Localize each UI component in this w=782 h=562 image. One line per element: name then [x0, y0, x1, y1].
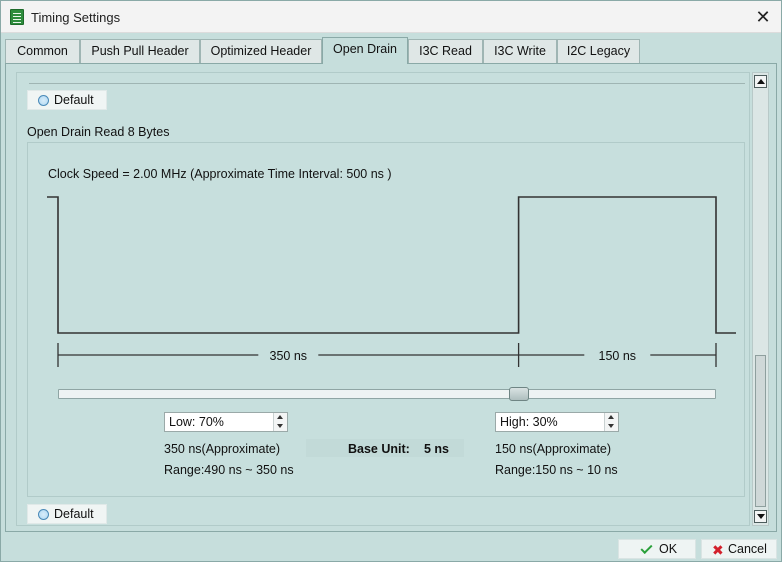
radio-icon: [38, 95, 49, 106]
default-button-bottom[interactable]: Default: [27, 504, 107, 524]
low-duration-label: 350 ns: [270, 349, 308, 363]
tab-common[interactable]: Common: [5, 39, 80, 63]
x-icon: ✖: [712, 542, 724, 558]
waveform-group: Clock Speed = 2.00 MHz (Approximate Time…: [27, 142, 745, 497]
check-icon: [640, 541, 653, 555]
base-unit-label: Base Unit:: [348, 442, 410, 456]
signal-waveform: [47, 196, 736, 334]
low-approx-text: 350 ns(Approximate): [164, 442, 281, 456]
spin-buttons: [604, 413, 618, 431]
spin-down-icon[interactable]: [274, 422, 287, 431]
spin-up-icon[interactable]: [605, 413, 618, 422]
tab-i3c-read[interactable]: I3C Read: [408, 39, 483, 63]
high-approx-text: 150 ns(Approximate): [495, 442, 612, 456]
ok-button[interactable]: OK: [618, 539, 696, 559]
default-button-label: Default: [54, 93, 94, 107]
waveform-diagram: 350 ns 150 ns: [47, 196, 736, 367]
radio-icon: [38, 509, 49, 520]
high-percent-spinner[interactable]: High: 30%: [495, 412, 619, 432]
vertical-scrollbar[interactable]: [752, 72, 769, 526]
window-title: Timing Settings: [31, 10, 121, 25]
scrollbar-thumb[interactable]: [755, 355, 766, 507]
open-drain-panel: Default Open Drain Read 8 Bytes Clock Sp…: [5, 63, 777, 532]
close-icon[interactable]: ✕: [751, 5, 775, 29]
high-duration-label: 150 ns: [599, 349, 637, 363]
low-percent-value: Low: 70%: [169, 415, 224, 429]
tab-push-pull-header[interactable]: Push Pull Header: [80, 39, 200, 63]
cancel-button[interactable]: ✖ Cancel: [701, 539, 777, 559]
low-percent-spinner[interactable]: Low: 70%: [164, 412, 288, 432]
spin-up-icon[interactable]: [274, 413, 287, 422]
section-title: Open Drain Read 8 Bytes: [27, 125, 170, 139]
tab-i2c-legacy[interactable]: I2C Legacy: [557, 39, 640, 63]
title-bar[interactable]: Timing Settings ✕: [1, 1, 781, 33]
timing-settings-window: Timing Settings ✕ Common Push Pull Heade…: [0, 0, 782, 562]
scroll-down-icon[interactable]: [754, 510, 767, 523]
high-percent-value: High: 30%: [500, 415, 558, 429]
app-icon: [10, 9, 24, 25]
base-unit-value: 5 ns: [424, 442, 450, 456]
tab-open-drain[interactable]: Open Drain: [322, 37, 408, 64]
tab-i3c-write[interactable]: I3C Write: [483, 39, 557, 63]
ok-label: OK: [659, 542, 678, 556]
divider: [29, 83, 745, 84]
spin-buttons: [273, 413, 287, 431]
spin-down-icon[interactable]: [605, 422, 618, 431]
scroll-up-icon[interactable]: [754, 75, 767, 88]
default-button-label: Default: [54, 507, 94, 521]
slider-thumb[interactable]: [508, 387, 529, 401]
cancel-label: Cancel: [728, 542, 767, 556]
default-button-top[interactable]: Default: [27, 90, 107, 110]
low-range-text: Range:490 ns ~ 350 ns: [164, 463, 294, 477]
scroll-content: Default Open Drain Read 8 Bytes Clock Sp…: [16, 72, 750, 526]
high-range-text: Range:150 ns ~ 10 ns: [495, 463, 618, 477]
duty-cycle-slider[interactable]: [58, 387, 716, 401]
tab-optimized-header[interactable]: Optimized Header: [200, 39, 322, 63]
